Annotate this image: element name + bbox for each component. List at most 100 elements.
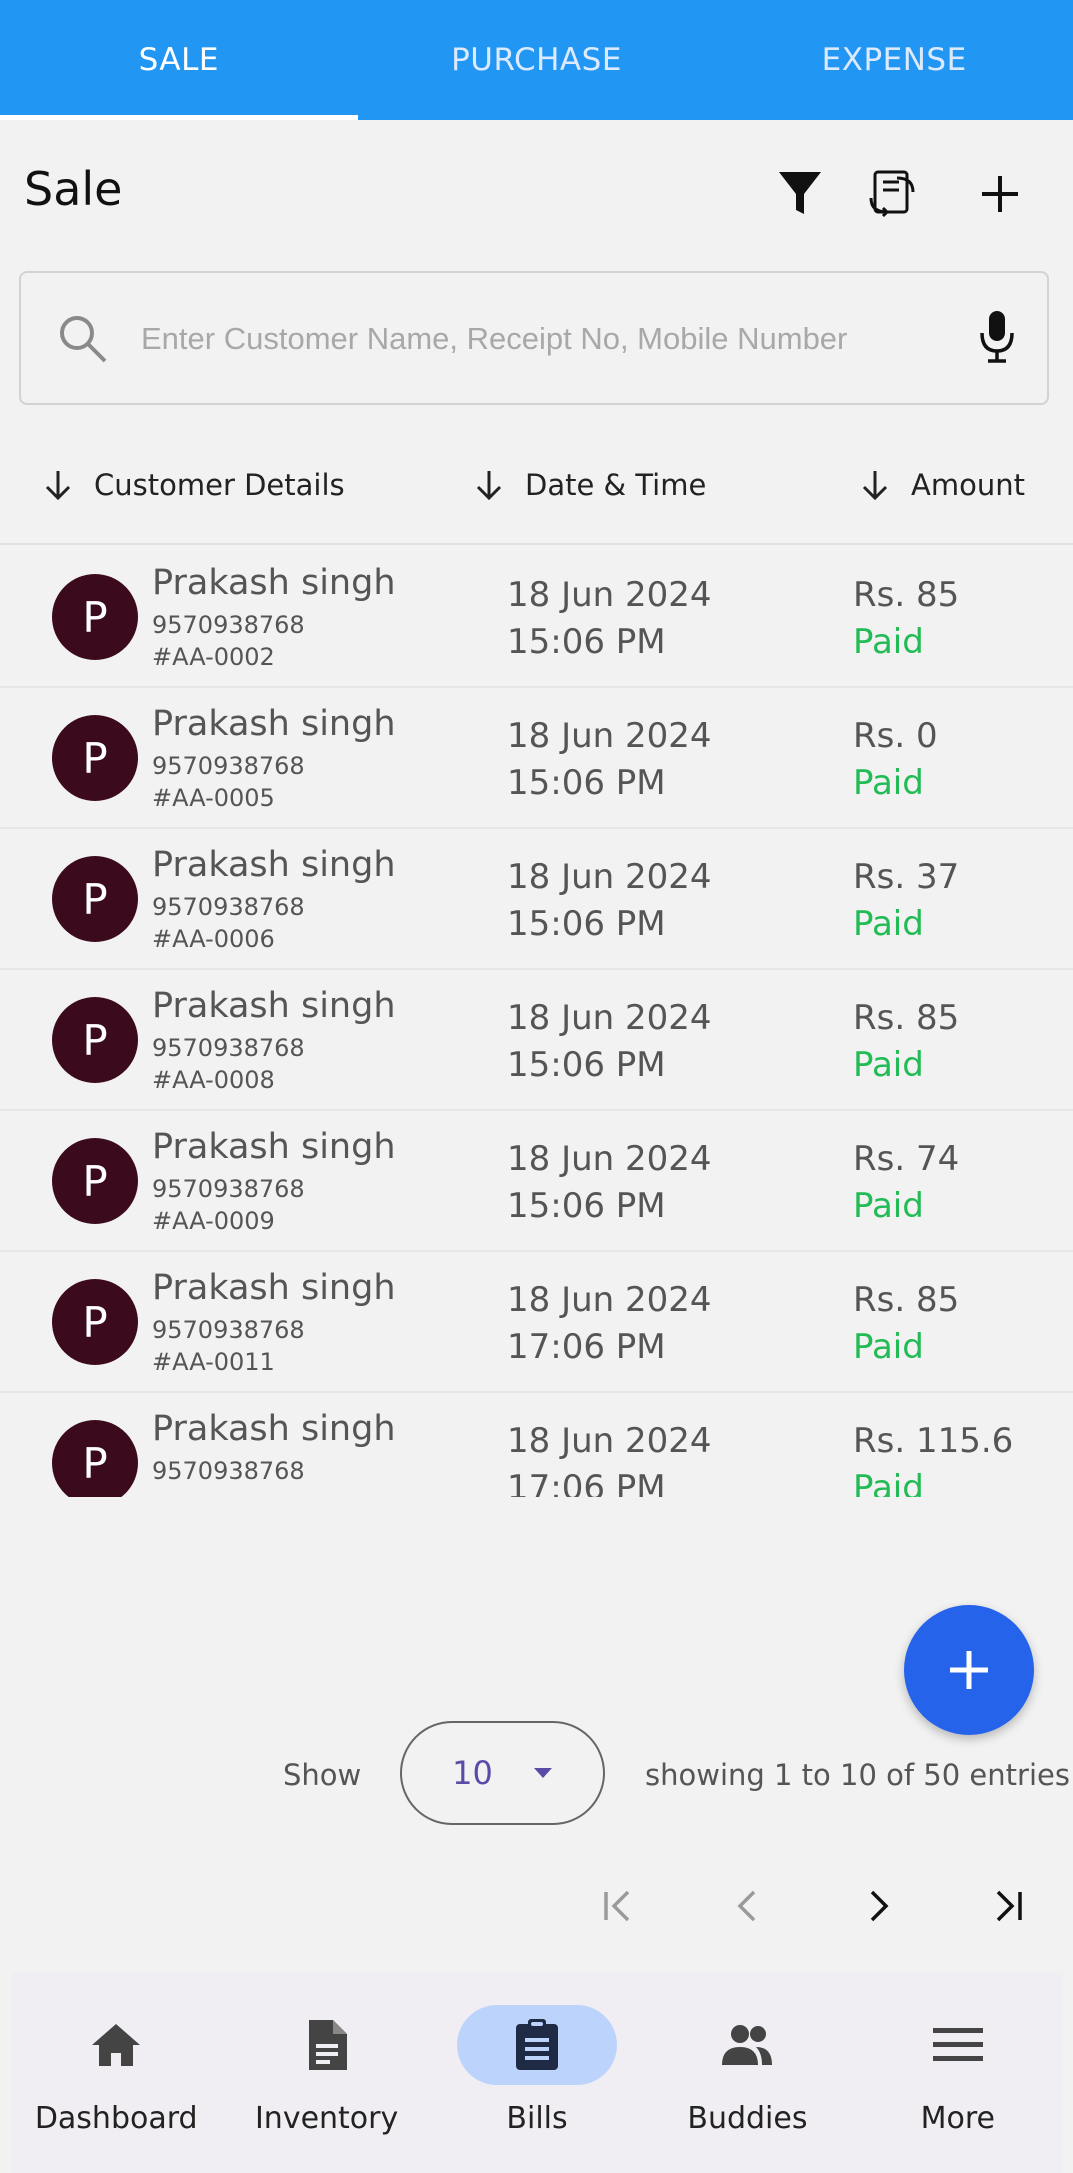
nav-pill (247, 2005, 407, 2085)
nav-label: More (920, 2101, 996, 2136)
table-row[interactable]: P Prakash singh 9570938768 #AA-0006 18 J… (0, 829, 1073, 970)
previous-page-button[interactable] (718, 1876, 778, 1936)
customer-phone: 9570938768 (152, 1457, 305, 1485)
search-input[interactable] (141, 303, 981, 375)
microphone-icon[interactable] (979, 309, 1015, 369)
bottom-navigation: Dashboard Inventory Bills Buddies More (11, 1973, 1063, 2173)
sale-amount: Rs. 37 (853, 857, 960, 897)
page-size-select[interactable]: 10 (400, 1721, 605, 1825)
sale-date: 18 Jun 2024 (507, 1139, 712, 1179)
table-header: Customer Details Date & Time Amount (0, 450, 1073, 545)
nav-label: Buddies (687, 2101, 808, 2136)
sale-date: 18 Jun 2024 (507, 1280, 712, 1320)
arrow-down-icon (862, 471, 888, 501)
sale-time: 15:06 PM (507, 904, 666, 944)
tab-expense[interactable]: EXPENSE (715, 0, 1073, 120)
tab-sale[interactable]: SALE (0, 0, 358, 120)
avatar: P (52, 1138, 138, 1224)
home-icon (92, 2024, 141, 2066)
sale-date: 18 Jun 2024 (507, 716, 712, 756)
sales-list: P Prakash singh 9570938768 #AA-0002 18 J… (0, 547, 1073, 1497)
table-row[interactable]: P Prakash singh 9570938768 #AA-0011 18 J… (0, 1252, 1073, 1393)
customer-name: Prakash singh (152, 986, 396, 1026)
customer-phone: 9570938768 (152, 1034, 305, 1062)
first-page-button[interactable] (588, 1876, 648, 1936)
sale-amount: Rs. 74 (853, 1139, 960, 1179)
clipboard-icon (516, 2019, 559, 2070)
entries-info: showing 1 to 10 of 50 entries (645, 1758, 1070, 1792)
sale-date: 18 Jun 2024 (507, 857, 712, 897)
sort-date-time[interactable]: Date & Time (475, 468, 706, 502)
table-row[interactable]: P Prakash singh 9570938768 #AA-0008 18 J… (0, 970, 1073, 1111)
avatar: P (52, 856, 138, 942)
nav-pill (878, 2005, 1038, 2085)
next-page-button[interactable] (848, 1876, 908, 1936)
table-row[interactable]: P Prakash singh 9570938768 #AA-0002 18 J… (0, 547, 1073, 688)
top-tab-bar: SALE PURCHASE EXPENSE (0, 0, 1073, 120)
dropdown-arrow-icon (533, 1768, 552, 1778)
menu-icon (932, 2028, 983, 2061)
status-badge: Paid (853, 1327, 924, 1367)
avatar: P (52, 574, 138, 660)
show-label: Show (283, 1758, 362, 1792)
arrow-down-icon (45, 471, 71, 501)
sale-date: 18 Jun 2024 (507, 998, 712, 1038)
customer-name: Prakash singh (152, 845, 396, 885)
receipt-sync-icon[interactable] (864, 166, 920, 222)
status-badge: Paid (853, 1468, 924, 1497)
status-badge: Paid (853, 1186, 924, 1226)
status-badge: Paid (853, 904, 924, 944)
sale-amount: Rs. 85 (853, 575, 960, 615)
search-box (19, 271, 1049, 405)
sort-customer-details[interactable]: Customer Details (44, 468, 345, 502)
sale-time: 15:06 PM (507, 1045, 666, 1085)
add-icon[interactable] (972, 166, 1028, 222)
nav-dashboard[interactable]: Dashboard (11, 1973, 221, 2173)
column-label-customer: Customer Details (94, 468, 345, 502)
customer-phone: 9570938768 (152, 611, 305, 639)
page-title: Sale (24, 162, 123, 216)
table-row[interactable]: P Prakash singh 9570938768 #AA-0005 18 J… (0, 688, 1073, 829)
customer-phone: 9570938768 (152, 893, 305, 921)
avatar: P (52, 1420, 138, 1497)
table-row[interactable]: P Prakash singh 9570938768 #AA-0009 18 J… (0, 1111, 1073, 1252)
table-row[interactable]: P Prakash singh 9570938768 18 Jun 2024 1… (0, 1393, 1073, 1497)
status-badge: Paid (853, 622, 924, 662)
search-icon (55, 311, 111, 371)
avatar: P (52, 1279, 138, 1365)
nav-label: Bills (506, 2101, 568, 2136)
customer-name: Prakash singh (152, 1127, 396, 1167)
last-page-button[interactable] (978, 1876, 1038, 1936)
sale-amount: Rs. 85 (853, 998, 960, 1038)
sale-time: 15:06 PM (507, 1186, 666, 1226)
column-label-amount: Amount (911, 468, 1025, 502)
column-label-datetime: Date & Time (525, 468, 707, 502)
receipt-number: #AA-0002 (152, 643, 275, 671)
nav-more[interactable]: More (853, 1973, 1063, 2173)
chevron-left-icon (737, 1890, 756, 1922)
sale-date: 18 Jun 2024 (507, 1421, 712, 1461)
sale-amount: Rs. 115.6 (853, 1421, 1014, 1461)
nav-pill (36, 2005, 196, 2085)
chevron-right-icon (870, 1890, 889, 1922)
nav-pill (457, 2005, 618, 2085)
sale-time: 17:06 PM (507, 1327, 666, 1367)
nav-bills[interactable]: Bills (432, 1973, 642, 2173)
plus-icon (950, 1651, 988, 1689)
sale-date: 18 Jun 2024 (507, 575, 712, 615)
customer-name: Prakash singh (152, 1268, 396, 1308)
last-page-icon (996, 1890, 1022, 1922)
sale-amount: Rs. 85 (853, 1280, 960, 1320)
tab-purchase[interactable]: PURCHASE (358, 0, 716, 120)
nav-inventory[interactable]: Inventory (221, 1973, 431, 2173)
filter-icon[interactable] (772, 166, 828, 222)
avatar: P (52, 997, 138, 1083)
nav-buddies[interactable]: Buddies (642, 1973, 852, 2173)
page-size-value: 10 (452, 1754, 493, 1792)
sort-amount[interactable]: Amount (861, 468, 1025, 502)
receipt-number: #AA-0009 (152, 1207, 275, 1235)
add-sale-fab[interactable] (904, 1605, 1034, 1735)
nav-label: Dashboard (34, 2101, 198, 2136)
status-badge: Paid (853, 763, 924, 803)
customer-name: Prakash singh (152, 704, 396, 744)
